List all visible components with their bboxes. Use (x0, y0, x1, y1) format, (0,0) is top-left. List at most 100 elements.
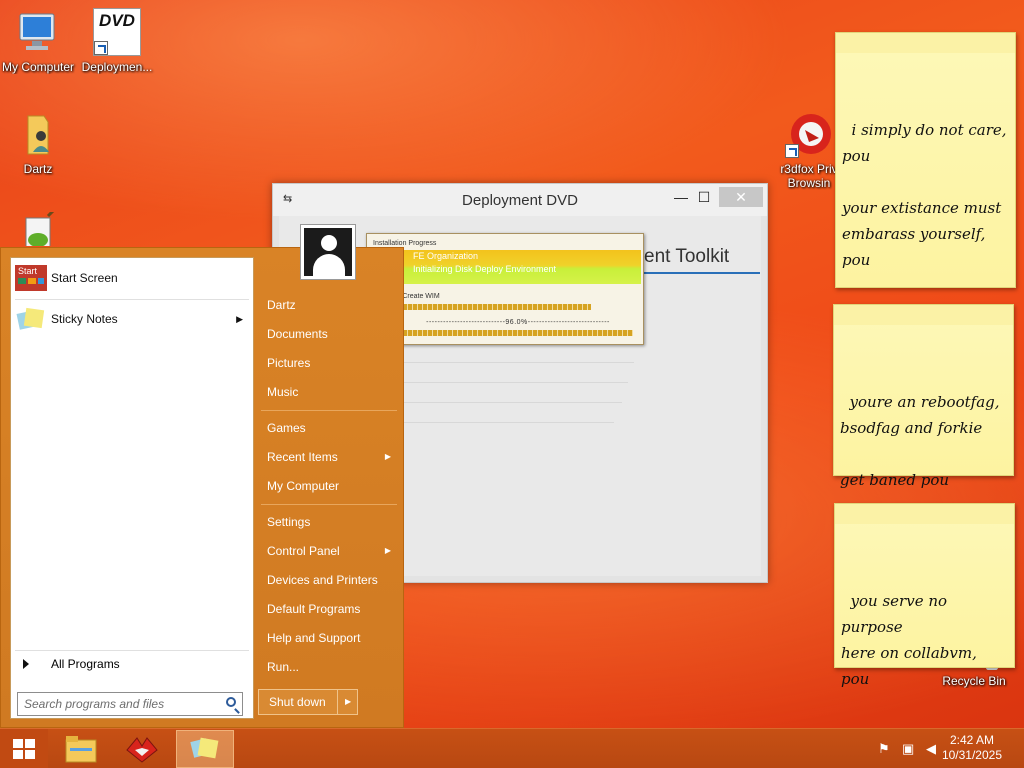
shortcut-arrow-icon (94, 41, 108, 55)
start-menu-link-default-programs[interactable]: Default Programs (261, 595, 397, 623)
desktop-icon-label: Dartz (23, 162, 53, 176)
desktop-icon-r3dfox[interactable]: r3dfox Priv Browsin (774, 110, 844, 190)
progress-status-band: FE Organization Initializing Disk Deploy… (401, 250, 641, 284)
window-titlebar[interactable]: ⇆ Deployment DVD — ☐ ✕ (273, 184, 767, 216)
close-button[interactable]: ✕ (719, 187, 763, 207)
search-placeholder: Search programs and files (24, 697, 165, 711)
sticky-note-titlebar[interactable] (835, 504, 1014, 524)
start-menu-item-label: Sticky Notes (51, 312, 118, 326)
clock-time: 2:42 AM (949, 733, 994, 747)
clock-date: 10/31/2025 (941, 748, 1002, 762)
start-menu-link-run[interactable]: Run... (261, 653, 397, 681)
taskbar-r3dfox[interactable] (113, 730, 171, 768)
sticky-notes-icon (15, 306, 47, 332)
submenu-arrow-icon: ▶ (384, 546, 391, 555)
start-menu-link-games[interactable]: Games (261, 414, 397, 442)
progress-bar (403, 330, 633, 336)
start-menu-link-help-support[interactable]: Help and Support (261, 624, 397, 652)
content-line (404, 402, 622, 403)
dvd-badge: DVD (99, 11, 135, 30)
progress-header: Installation Progress (373, 240, 437, 247)
sticky-note-titlebar[interactable] (836, 33, 1015, 53)
notepad-frog-icon (14, 212, 62, 246)
control-panel-label: Control Panel (267, 544, 340, 558)
start-menu-link-music[interactable]: Music (261, 378, 397, 406)
content-line (404, 422, 614, 423)
file-explorer-icon (65, 736, 97, 763)
start-menu-item-start-screen[interactable]: Start Start Screen (15, 260, 249, 296)
menu-separator (261, 410, 397, 411)
sticky-note-text[interactable]: youre an rebootfag, bsodfag and forkie g… (840, 393, 1000, 489)
start-button[interactable] (0, 729, 48, 768)
shutdown-label: Shut down (269, 695, 326, 709)
desktop-icon-label: My Computer (1, 60, 75, 74)
progress-bar (403, 304, 591, 310)
search-input[interactable]: Search programs and files (17, 692, 243, 716)
sticky-note-titlebar[interactable] (834, 305, 1013, 325)
sticky-note[interactable]: i simply do not care, pou your extistanc… (835, 32, 1016, 321)
progress-percent: ----------------------------96.0%-------… (426, 319, 610, 326)
taskbar-sticky-notes[interactable] (176, 730, 234, 768)
sticky-note-text[interactable]: i simply do not care, pou your extistanc… (842, 121, 1007, 321)
taskbar-file-explorer[interactable] (52, 730, 110, 768)
start-menu-link-devices-printers[interactable]: Devices and Printers (261, 566, 397, 594)
taskbar: ⚑ ▣ ◀ 2:42 AM 10/31/2025 (0, 728, 1024, 768)
toolkit-heading: ent Toolkit (644, 246, 730, 267)
sticky-notes-icon (190, 737, 219, 759)
menu-separator (15, 650, 249, 651)
start-menu-link-dartz[interactable]: Dartz (261, 291, 397, 319)
user-folder-icon (14, 110, 62, 158)
r3dfox-icon (126, 737, 158, 763)
search-icon[interactable] (226, 697, 236, 707)
desktop-icon-label: Recycle Bin (942, 674, 1006, 688)
desktop-icon-label: Deploymen... (81, 60, 153, 74)
start-menu-link-documents[interactable]: Documents (261, 320, 397, 348)
maximize-button[interactable]: ☐ (693, 187, 715, 207)
start-menu-item-label: Start Screen (51, 271, 118, 285)
shutdown-button[interactable]: Shut down ▶ (258, 689, 358, 715)
menu-separator (15, 299, 249, 300)
menu-separator (261, 504, 397, 505)
start-menu-link-pictures[interactable]: Pictures (261, 349, 397, 377)
start-menu-programs-pane: Start Start Screen Sticky Notes ▶ All Pr… (10, 257, 254, 719)
shortcut-arrow-icon (785, 144, 799, 158)
desktop-icon-my-computer[interactable]: My Computer (0, 8, 80, 74)
installation-progress-dialog: Installation Progress FE Organization In… (366, 233, 644, 345)
start-menu-link-recent-items[interactable]: Recent Items ▶ (261, 443, 397, 471)
start-menu-link-control-panel[interactable]: Control Panel ▶ (261, 537, 397, 565)
start-menu-item-sticky-notes[interactable]: Sticky Notes ▶ (15, 301, 249, 337)
content-line (404, 362, 634, 363)
shutdown-options-arrow-icon[interactable]: ▶ (345, 690, 351, 714)
start-menu[interactable]: Start Start Screen Sticky Notes ▶ All Pr… (0, 224, 404, 728)
start-screen-icon: Start (15, 265, 47, 291)
browser-icon (785, 110, 833, 158)
progress-band-line: FE Organization (413, 251, 479, 261)
recent-items-label: Recent Items (267, 450, 338, 464)
system-tray: ⚑ ▣ ◀ 2:42 AM 10/31/2025 (864, 729, 1024, 768)
computer-icon (14, 8, 62, 56)
desktop-icon-label: r3dfox Priv Browsin (780, 162, 838, 190)
user-avatar[interactable] (300, 224, 356, 280)
action-center-flag-icon[interactable]: ⚑ (878, 741, 894, 757)
all-programs-button[interactable]: All Programs (15, 654, 251, 674)
desktop-icon-deployment-dvd[interactable]: DVD Deploymen... (75, 8, 159, 74)
windows-logo-icon (13, 739, 35, 759)
sticky-note[interactable]: youre an rebootfag, bsodfag and forkie g… (833, 304, 1014, 489)
start-menu-link-my-computer[interactable]: My Computer (261, 472, 397, 500)
network-icon[interactable]: ▣ (902, 741, 918, 757)
start-screen-badge: Start (18, 266, 38, 276)
submenu-arrow-icon: ▶ (236, 313, 243, 324)
all-programs-label: All Programs (51, 657, 120, 671)
minimize-button[interactable]: — (671, 187, 691, 207)
desktop-icon-misc-green[interactable] (0, 212, 80, 246)
progress-band-line: Initializing Disk Deploy Environment (413, 264, 557, 274)
content-line (404, 382, 628, 383)
start-menu-link-settings[interactable]: Settings (261, 508, 397, 536)
submenu-arrow-icon: ▶ (384, 452, 391, 461)
clock[interactable]: 2:42 AM 10/31/2025 (942, 733, 1002, 763)
volume-muted-icon[interactable]: ◀ (926, 741, 942, 757)
heading-underline (640, 272, 760, 274)
sticky-note[interactable]: you serve no purpose here on collabvm, p… (834, 503, 1015, 688)
desktop-icon-dartz[interactable]: Dartz (0, 110, 80, 176)
triangle-right-icon (23, 659, 29, 669)
